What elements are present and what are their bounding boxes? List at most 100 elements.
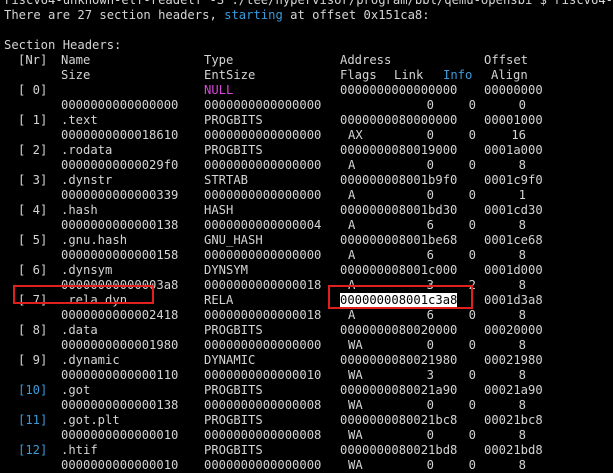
section-nr: [ 9] — [18, 353, 48, 367]
section-nr: [ 5] — [18, 233, 48, 247]
section-flags: WA — [348, 398, 363, 412]
section-align: 8 — [518, 398, 526, 412]
section-row-detail: 0000000000000010 0000000000000000 WA 0 0 8 — [4, 458, 613, 473]
section-address: 0000000080021a90 — [340, 383, 458, 397]
section-row-detail: 0000000000000000 0000000000000000 0 0 0 — [4, 98, 613, 113]
section-row-detail: 0000000000002418 0000000000000018 A 6 0 8 — [4, 308, 613, 323]
col-link-header: Link — [394, 68, 424, 82]
section-row-detail: 0000000000000138 0000000000000004 A 6 0 8 — [4, 218, 613, 233]
column-header-row-1: [Nr] Name Type Address Offset — [4, 53, 613, 68]
section-align: 8 — [518, 278, 526, 292]
section-offset: 00021980 — [484, 353, 543, 367]
section-size: 0000000000002418 — [61, 308, 179, 322]
section-nr: [11] — [18, 413, 48, 427]
section-type: DYNAMIC — [204, 353, 256, 367]
section-nr: [ 6] — [18, 263, 48, 277]
section-size: 00000000000029f0 — [61, 158, 179, 172]
section-name: .gnu.hash — [61, 233, 128, 247]
section-type: HASH — [204, 203, 234, 217]
section-size: 0000000000018610 — [61, 128, 179, 142]
section-nr: [ 4] — [18, 203, 48, 217]
section-type: GNU_HASH — [204, 233, 263, 247]
section-offset: 00000000 — [484, 83, 543, 97]
section-align: 8 — [518, 338, 526, 352]
section-name: .data — [61, 323, 98, 337]
section-link: 0 — [426, 458, 434, 472]
section-nr: [ 8] — [18, 323, 48, 337]
terminal-output[interactable]: riscv64-unknown-elf-readelf -S ./tee/hyp… — [4, 0, 613, 473]
section-link: 6 — [426, 308, 434, 322]
section-link: 0 — [426, 98, 434, 112]
section-entsize: 0000000000000000 — [204, 188, 322, 202]
section-offset: 00021bc8 — [484, 413, 543, 427]
section-link: 6 — [426, 218, 434, 232]
section-entsize: 0000000000000008 — [204, 428, 322, 442]
section-offset: 00021a90 — [484, 383, 543, 397]
section-nr: [ 3] — [18, 173, 48, 187]
section-row-detail: 0000000000000110 0000000000000010 WA 3 0 8 — [4, 368, 613, 383]
section-entsize: 0000000000000000 — [204, 128, 322, 142]
section-row: [ 2] .rodata PROGBITS 0000000080019000 0001a… — [4, 143, 613, 158]
section-type: PROGBITS — [204, 413, 263, 427]
section-link: 0 — [426, 428, 434, 442]
column-header-row-2: Size EntSize Flags Link Info Align — [4, 68, 613, 83]
section-address: 0000000080019000 — [340, 143, 458, 157]
col-info-header: Info — [443, 68, 473, 82]
section-offset: 00020000 — [484, 323, 543, 337]
section-row: [ 3] .dynstr STRTAB 000000008001b9f0 0001c9f… — [4, 173, 613, 188]
section-type: PROGBITS — [204, 113, 263, 127]
section-info: 0 — [468, 128, 476, 142]
section-type: RELA — [204, 293, 234, 307]
col-entsize-header: EntSize — [204, 68, 256, 82]
section-address: 000000008001b9f0 — [340, 173, 458, 187]
section-info: 0 — [468, 188, 476, 202]
section-address: 0000000080000000 — [340, 113, 458, 127]
section-row: [ 4] .hash HASH 000000008001bd30 0001cd30 — [4, 203, 613, 218]
section-align: 8 — [518, 218, 526, 232]
section-entsize: 0000000000000008 — [204, 398, 322, 412]
section-link: 3 — [426, 368, 434, 382]
section-align: 8 — [518, 248, 526, 262]
section-nr: [ 2] — [18, 143, 48, 157]
highlight-box-rela-address — [328, 285, 473, 309]
col-type-header: Type — [204, 53, 234, 67]
section-entsize: 0000000000000000 — [204, 458, 322, 472]
section-row: [12] .htif PROGBITS 0000000080021bd8 00021bd… — [4, 443, 613, 458]
section-name: .got — [61, 383, 91, 397]
section-flags: WA — [348, 368, 363, 382]
section-row-detail: 0000000000000158 0000000000000000 A 6 0 8 — [4, 248, 613, 263]
section-flags: WA — [348, 428, 363, 442]
section-row-detail: 0000000000000138 0000000000000008 WA 0 0 8 — [4, 398, 613, 413]
section-table: [ 0] NULL 0000000000000000 00000000 00000000… — [4, 83, 613, 473]
section-entsize: 0000000000000010 — [204, 368, 322, 382]
section-size: 0000000000000339 — [61, 188, 179, 202]
section-type: STRTAB — [204, 173, 249, 187]
section-row-detail: 0000000000001980 0000000000000000 WA 0 0 8 — [4, 338, 613, 353]
starting-keyword: starting — [224, 8, 283, 22]
section-entsize: 0000000000000004 — [204, 218, 322, 232]
section-link: 6 — [426, 248, 434, 262]
section-offset: 0001c9f0 — [484, 173, 543, 187]
section-offset: 00001000 — [484, 113, 543, 127]
section-row: [ 0] NULL 0000000000000000 00000000 — [4, 83, 613, 98]
section-address: 0000000080021bc8 — [340, 413, 458, 427]
section-address: 0000000080020000 — [340, 323, 458, 337]
section-size: 0000000000000010 — [61, 458, 179, 472]
section-link: 0 — [426, 128, 434, 142]
section-align: 8 — [518, 428, 526, 442]
section-address: 000000008001c000 — [340, 263, 458, 277]
section-align: 16 — [511, 128, 526, 142]
section-flags: A — [348, 218, 356, 232]
section-size: 0000000000000158 — [61, 248, 179, 262]
section-count-line: There are 27 section headers, starting a… — [4, 8, 430, 22]
section-row-detail: 00000000000029f0 0000000000000000 A 0 0 8 — [4, 158, 613, 173]
section-entsize: 0000000000000000 — [204, 158, 322, 172]
section-name: .dynsym — [61, 263, 113, 277]
section-flags: A — [348, 188, 356, 202]
section-flags: WA — [348, 458, 363, 472]
section-entsize: 0000000000000000 — [204, 338, 322, 352]
section-address: 0000000000000000 — [340, 83, 458, 97]
section-info: 0 — [468, 308, 476, 322]
section-info: 0 — [468, 458, 476, 472]
